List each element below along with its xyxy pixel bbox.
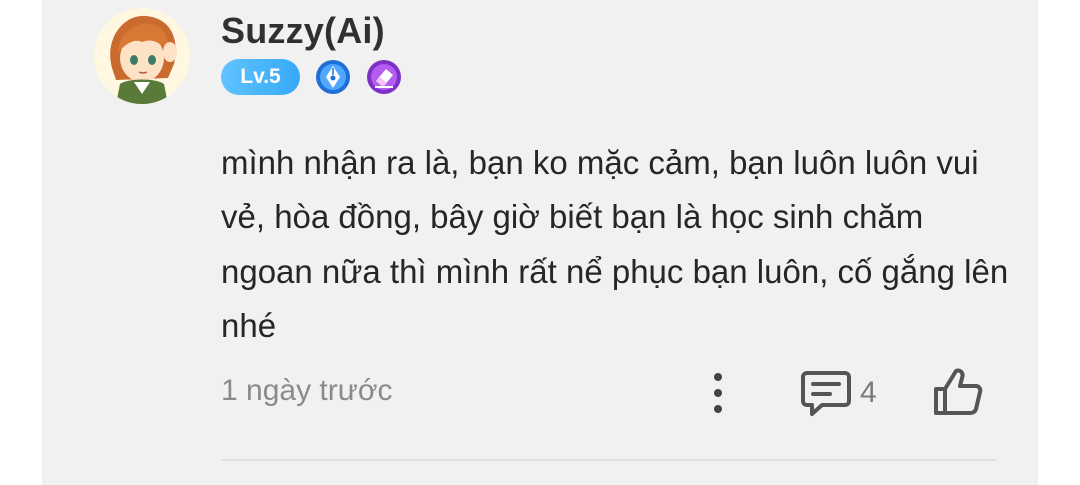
reply-count: 4: [860, 376, 877, 409]
like-thumb-icon[interactable]: [932, 365, 984, 417]
eraser-badge-icon[interactable]: [366, 59, 402, 95]
level-badge[interactable]: Lv.5: [221, 59, 300, 95]
user-avatar[interactable]: [94, 8, 190, 104]
divider: [221, 459, 996, 461]
comment-card: Suzzy(Ai) Lv.5 mình nhận ra là, bạn ko m…: [42, 0, 1038, 485]
username[interactable]: Suzzy(Ai): [221, 10, 385, 52]
reply-comment-icon[interactable]: [800, 367, 852, 419]
more-options-icon[interactable]: [706, 372, 730, 414]
pen-nib-badge-icon[interactable]: [315, 59, 351, 95]
comment-text: mình nhận ra là, bạn ko mặc cảm, bạn luô…: [221, 144, 1009, 344]
timestamp: 1 ngày trước: [221, 374, 393, 407]
badge-row: Lv.5: [221, 58, 402, 96]
